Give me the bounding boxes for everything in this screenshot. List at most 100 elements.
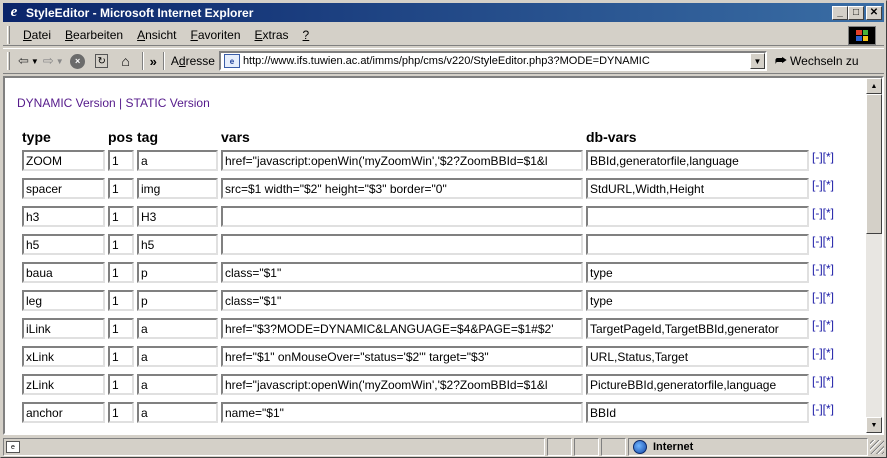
tag-field[interactable]: a (137, 150, 218, 171)
delete-row-link[interactable]: [-] (812, 318, 823, 332)
menu-bearbeiten[interactable]: Bearbeiten (58, 28, 130, 42)
tag-field[interactable]: p (137, 290, 218, 311)
vertical-scrollbar[interactable]: ▲ ▼ (866, 78, 882, 433)
scroll-thumb[interactable] (866, 94, 882, 234)
refresh-button[interactable]: ↻ (93, 52, 111, 70)
pos-field[interactable]: 1 (108, 402, 134, 423)
type-field[interactable]: zLink (22, 374, 105, 395)
menu-help[interactable]: ? (296, 28, 317, 42)
vars-field[interactable]: class="$1" (221, 290, 583, 311)
pos-field[interactable]: 1 (108, 206, 134, 227)
resize-grip[interactable] (870, 440, 884, 454)
insert-row-link[interactable]: [*] (823, 374, 834, 388)
minimize-button[interactable]: _ (832, 5, 848, 20)
type-field[interactable]: iLink (22, 318, 105, 339)
pos-field[interactable]: 1 (108, 234, 134, 255)
pos-field[interactable]: 1 (108, 290, 134, 311)
delete-row-link[interactable]: [-] (812, 234, 823, 248)
db-vars-field[interactable]: URL,Status,Target (586, 346, 809, 367)
tag-field[interactable]: a (137, 346, 218, 367)
tag-field[interactable]: p (137, 262, 218, 283)
type-field[interactable]: anchor (22, 402, 105, 423)
insert-row-link[interactable]: [*] (823, 234, 834, 248)
type-field[interactable]: xLink (22, 346, 105, 367)
menu-favoriten[interactable]: Favoriten (183, 28, 247, 42)
vars-field[interactable]: href="javascript:openWin('myZoomWin','$2… (221, 150, 583, 171)
type-field[interactable]: spacer (22, 178, 105, 199)
insert-row-link[interactable]: [*] (823, 178, 834, 192)
forward-button[interactable]: ⇨ ▼ (43, 53, 64, 69)
back-button[interactable]: ⇦ ▼ (18, 53, 39, 69)
forward-dropdown-icon[interactable]: ▼ (56, 57, 64, 66)
tag-field[interactable]: a (137, 374, 218, 395)
vars-field[interactable]: name="$1" (221, 402, 583, 423)
close-button[interactable]: ✕ (866, 5, 882, 20)
menu-datei[interactable]: Datei (16, 28, 58, 42)
tag-field[interactable]: img (137, 178, 218, 199)
db-vars-field[interactable]: PictureBBId,generatorfile,language (586, 374, 809, 395)
pos-field[interactable]: 1 (108, 318, 134, 339)
toolbar-grip[interactable] (7, 52, 10, 70)
vars-field[interactable]: href="$3?MODE=DYNAMIC&LANGUAGE=$4&PAGE=$… (221, 318, 583, 339)
db-vars-field[interactable] (586, 206, 809, 227)
type-field[interactable]: h3 (22, 206, 105, 227)
scroll-down-button[interactable]: ▼ (866, 417, 882, 433)
vars-field[interactable]: href="javascript:openWin('myZoomWin','$2… (221, 374, 583, 395)
db-vars-field[interactable]: TargetPageId,TargetBBId,generator (586, 318, 809, 339)
insert-row-link[interactable]: [*] (823, 206, 834, 220)
dynamic-version-link[interactable]: DYNAMIC Version (17, 96, 116, 110)
static-version-link[interactable]: STATIC Version (126, 96, 210, 110)
vars-field[interactable] (221, 206, 583, 227)
delete-row-link[interactable]: [-] (812, 206, 823, 220)
menu-ansicht[interactable]: Ansicht (130, 28, 183, 42)
insert-row-link[interactable]: [*] (823, 402, 834, 416)
delete-row-link[interactable]: [-] (812, 150, 823, 164)
maximize-button[interactable]: □ (848, 5, 864, 20)
title-bar[interactable]: e StyleEditor - Microsoft Internet Explo… (3, 3, 884, 22)
address-url[interactable]: http://www.ifs.tuwien.ac.at/imms/php/cms… (243, 55, 750, 67)
vars-field[interactable]: class="$1" (221, 262, 583, 283)
tag-field[interactable]: H3 (137, 206, 218, 227)
vars-field[interactable] (221, 234, 583, 255)
delete-row-link[interactable]: [-] (812, 374, 823, 388)
insert-row-link[interactable]: [*] (823, 150, 834, 164)
db-vars-field[interactable]: BBId (586, 402, 809, 423)
type-field[interactable]: ZOOM (22, 150, 105, 171)
db-vars-field[interactable]: type (586, 262, 809, 283)
pos-field[interactable]: 1 (108, 374, 134, 395)
type-field[interactable]: baua (22, 262, 105, 283)
pos-field[interactable]: 1 (108, 346, 134, 367)
more-buttons-chevron[interactable]: » (150, 54, 157, 69)
db-vars-field[interactable]: type (586, 290, 809, 311)
pos-field[interactable]: 1 (108, 150, 134, 171)
db-vars-field[interactable] (586, 234, 809, 255)
goto-button[interactable]: ⮫ Wechseln zu (775, 53, 859, 69)
back-dropdown-icon[interactable]: ▼ (31, 57, 39, 66)
db-vars-field[interactable]: StdURL,Width,Height (586, 178, 809, 199)
home-button[interactable]: ⌂ (117, 52, 135, 70)
vars-field[interactable]: src=$1 width="$2" height="$3" border="0" (221, 178, 583, 199)
pos-field[interactable]: 1 (108, 178, 134, 199)
scroll-up-button[interactable]: ▲ (866, 78, 882, 94)
tag-field[interactable]: a (137, 402, 218, 423)
address-dropdown-button[interactable]: ▼ (749, 53, 765, 69)
type-field[interactable]: h5 (22, 234, 105, 255)
tag-field[interactable]: h5 (137, 234, 218, 255)
insert-row-link[interactable]: [*] (823, 318, 834, 332)
insert-row-link[interactable]: [*] (823, 262, 834, 276)
toolbar-grip[interactable] (7, 25, 10, 44)
delete-row-link[interactable]: [-] (812, 262, 823, 276)
menu-extras[interactable]: Extras (248, 28, 296, 42)
type-field[interactable]: leg (22, 290, 105, 311)
tag-field[interactable]: a (137, 318, 218, 339)
insert-row-link[interactable]: [*] (823, 346, 834, 360)
delete-row-link[interactable]: [-] (812, 290, 823, 304)
delete-row-link[interactable]: [-] (812, 346, 823, 360)
stop-button[interactable]: × (69, 52, 87, 70)
page-viewport[interactable]: DYNAMIC Version | STATIC Version type po… (3, 76, 884, 435)
pos-field[interactable]: 1 (108, 262, 134, 283)
delete-row-link[interactable]: [-] (812, 402, 823, 416)
db-vars-field[interactable]: BBId,generatorfile,language (586, 150, 809, 171)
delete-row-link[interactable]: [-] (812, 178, 823, 192)
vars-field[interactable]: href="$1" onMouseOver="status='$2'" targ… (221, 346, 583, 367)
